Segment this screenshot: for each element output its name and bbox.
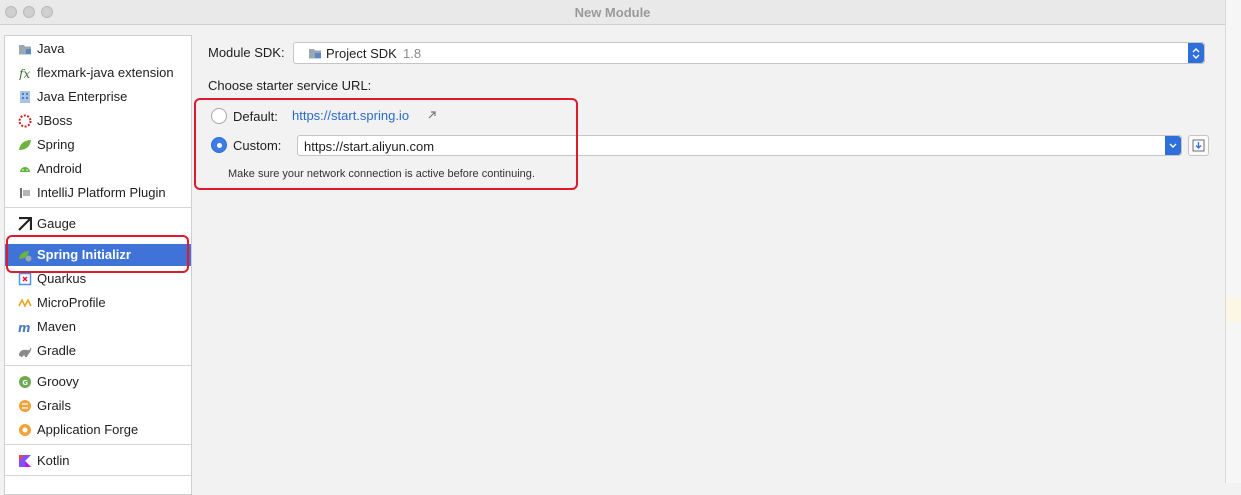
sdk-version: 1.8 [403,46,422,61]
application-forge-icon [19,424,31,436]
sidebar-item-label: Java Enterprise [37,89,128,104]
android-icon [20,167,30,172]
annotation-highlight-sidebar [6,235,189,273]
sidebar-item-label: Groovy [37,374,79,389]
sidebar-item-label: Kotlin [37,453,70,468]
sidebar-item-application-forge[interactable]: Application Forge [5,419,191,441]
module-sdk-label: Module SDK: [208,45,285,60]
sidebar-item-gauge[interactable]: Gauge [5,213,191,235]
annotation-highlight-url [194,98,578,190]
sidebar-item-label: Gauge [37,216,77,231]
jboss-icon [18,114,32,128]
sidebar-item-label: Gradle [37,343,77,358]
sidebar-item-jboss[interactable]: JBoss [5,110,191,132]
sidebar-item-gradle[interactable]: Gradle [5,340,191,362]
sidebar-item-label: IntelliJ Platform Plugin [37,185,166,200]
window-title: New Module [574,5,651,20]
save-url-icon [1192,139,1205,152]
kotlin-icon [19,455,31,467]
editor-highlight [1226,298,1241,322]
svg-text:m: m [18,321,31,334]
sidebar-item-intellij-plugin[interactable]: IntelliJ Platform Plugin [5,182,191,204]
group-divider [5,475,191,476]
sidebar-item-label: JBoss [37,113,73,128]
sidebar-item-label: Grails [37,398,71,413]
group-divider [5,444,191,445]
sidebar-item-flexmark[interactable]: fx flexmark-java extension [5,62,191,84]
sidebar-item-label: Spring [37,137,75,152]
svg-text:fx: fx [18,67,30,80]
sidebar-item-label: Maven [37,319,77,334]
sidebar-item-grails[interactable]: Grails [5,395,191,417]
sidebar-item-label: MicroProfile [37,295,106,310]
svg-text:G: G [22,379,28,387]
sidebar-item-label: Android [37,161,82,176]
group-divider [5,365,191,366]
starter-url-label: Choose starter service URL: [208,78,372,93]
sdk-dropdown-button[interactable] [1188,43,1204,63]
gauge-icon [18,217,32,231]
flexmark-icon: fx [18,67,30,80]
background-editor-edge [1225,0,1241,483]
sidebar-item-spring[interactable]: Spring [5,134,191,156]
quarkus-icon [18,272,32,286]
sidebar-item-android[interactable]: Android [5,158,191,180]
custom-url-dropdown-button[interactable] [1165,136,1181,155]
sidebar-item-label: Application Forge [37,422,139,437]
folder-icon [19,45,31,55]
grails-icon [19,400,31,412]
group-divider [5,207,191,208]
sidebar-item-kotlin[interactable]: Kotlin [5,450,191,472]
sidebar-item-maven[interactable]: m Maven [5,316,191,338]
sdk-value: Project SDK [326,46,397,61]
sidebar-item-label: flexmark-java extension [37,65,174,80]
sidebar-item-groovy[interactable]: G Groovy [5,371,191,393]
gradle-icon [19,346,32,357]
chevron-updown-icon [1192,48,1200,59]
sidebar-item-label: Quarkus [37,271,87,286]
groovy-icon: G [19,376,31,388]
sidebar-item-java[interactable]: Java [5,38,191,60]
spring-leaf-icon [19,140,31,150]
maven-icon: m [18,321,31,334]
microprofile-icon [18,298,32,308]
chevron-down-icon [1169,143,1177,148]
browse-url-button[interactable] [1188,135,1209,156]
module-sdk-combo[interactable]: Project SDK 1.8 [293,42,1205,64]
java-enterprise-icon [20,91,30,103]
sidebar-item-microprofile[interactable]: MicroProfile [5,292,191,314]
title-bar: New Module [0,0,1225,25]
sidebar-item-java-enterprise[interactable]: Java Enterprise [5,86,191,108]
sdk-folder-icon [309,49,321,59]
plugin-icon [20,188,30,198]
sidebar-item-label: Java [37,41,65,56]
